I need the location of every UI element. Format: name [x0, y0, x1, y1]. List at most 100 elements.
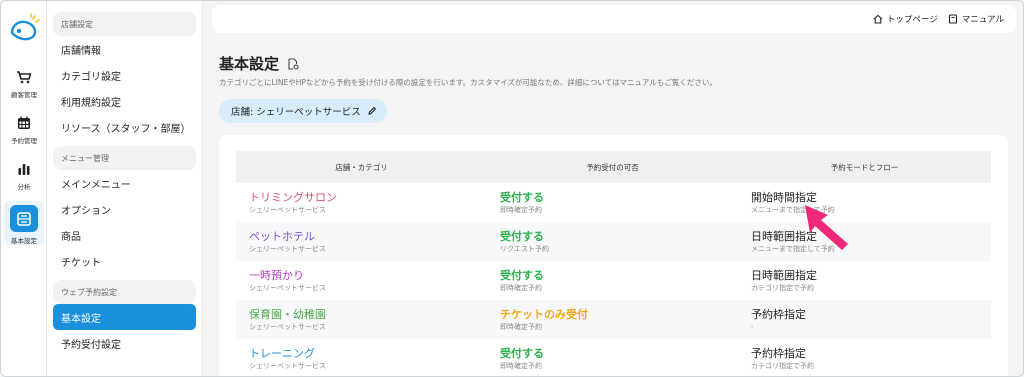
table-cell: 予約枠指定 -	[738, 300, 991, 339]
category-settings-card: 店舗・カテゴリ 予約受付の可否 予約モードとフロー トリミングサロン シェリーペッ…	[219, 135, 1008, 376]
sidebar-group-store: 店舗設定 店舗情報 カテゴリ設定 利用規約設定 リソース（スタッフ・部屋）	[53, 12, 196, 140]
pencil-icon[interactable]	[367, 106, 377, 116]
main-content: トップページ マニュアル 基本設定 カテゴリごとにLINEやHPなどから予約を受…	[204, 1, 1023, 376]
availability-status-subtext: 即時確定予約	[500, 283, 542, 292]
sidebar-section-title: ウェブ予約設定	[53, 280, 196, 304]
sidebar-item-booking-settings[interactable]: 予約受付設定	[53, 330, 196, 356]
table-header: 店舗・カテゴリ 予約受付の可否 予約モードとフロー	[236, 151, 991, 183]
availability-status-subtext: リクエスト予約	[500, 244, 549, 253]
availability-status-subtext: 即時確定予約	[500, 205, 542, 214]
shop-label: 店舗: シェリーペットサービス	[231, 107, 361, 118]
category-link[interactable]: 一時預かり	[249, 269, 487, 283]
table-cell: 受付する 即時確定予約	[487, 339, 738, 376]
rail-label: 分析	[17, 183, 31, 191]
sidebar-group-web-booking: ウェブ予約設定 基本設定 予約受付設定	[53, 280, 196, 356]
bar-chart-icon	[18, 164, 30, 175]
sidebar-item-tickets[interactable]: チケット	[53, 248, 196, 274]
category-link[interactable]: トレーニング	[249, 347, 487, 361]
sidebar-section-title: 店舗設定	[53, 12, 196, 36]
manual-label: マニュアル	[961, 15, 1004, 25]
page-title: 基本設定	[219, 53, 299, 74]
top-bar: トップページ マニュアル	[212, 5, 1016, 33]
availability-status[interactable]: 受付する	[500, 347, 738, 361]
availability-status[interactable]: 受付する	[500, 269, 738, 283]
sidebar-item-store-info[interactable]: 店舗情報	[53, 36, 196, 62]
table-cell: 保育園・幼稚園 シェリーペットサービス	[236, 300, 487, 339]
reservation-mode: 予約枠指定	[751, 307, 806, 321]
reservation-mode-subtext: カテゴリ指定で予約	[751, 283, 814, 292]
sidebar-item-products[interactable]: 商品	[53, 222, 196, 248]
sidebar-section-title: メニュー管理	[53, 146, 196, 170]
calendar-icon	[18, 116, 30, 129]
availability-status-subtext: 即時確定予約	[500, 322, 542, 331]
reservation-mode: 開始時間指定	[751, 190, 817, 204]
table-cell: ペットホテル シェリーペットサービス	[236, 222, 487, 261]
table-cell: 日時範囲指定 カテゴリ指定で予約	[738, 261, 991, 300]
home-icon	[873, 14, 883, 24]
top-page-label: トップページ	[886, 15, 938, 25]
top-page-link[interactable]: トップページ	[873, 13, 938, 25]
category-link-subtext: シェリーペットサービス	[249, 244, 326, 253]
table-row[interactable]: トレーニング シェリーペットサービス 受付する 即時確定予約 予約枠指定 カテゴリ指定で予…	[236, 339, 991, 376]
table-row[interactable]: 保育園・幼稚園 シェリーペットサービス チケットのみ受付 即時確定予約 予約枠指定 -	[236, 300, 991, 339]
reservation-mode-subtext: メニューまで指定して予約	[751, 244, 835, 253]
sidebar-item-main-menu[interactable]: メインメニュー	[53, 170, 196, 196]
reservation-mode-subtext: メニューまで指定して予約	[751, 205, 835, 214]
category-link-subtext: シェリーペットサービス	[249, 322, 326, 331]
availability-status[interactable]: 受付する	[500, 230, 738, 244]
reservation-mode: 日時範囲指定	[751, 229, 817, 243]
column-header-availability: 予約受付の可否	[586, 162, 639, 172]
table-cell: 一時預かり シェリーペットサービス	[236, 261, 487, 300]
rail-analytics[interactable]: 分析	[4, 157, 44, 197]
table-cell: 受付する リクエスト予約	[487, 222, 738, 261]
table-cell: トリミングサロン シェリーペットサービス	[236, 183, 487, 222]
brand-logo-icon[interactable]	[7, 13, 41, 47]
rail-basic-settings[interactable]: 基本設定	[4, 201, 44, 245]
table-cell: 受付する 即時確定予約	[487, 261, 738, 300]
table-cell: チケットのみ受付 即時確定予約	[487, 300, 738, 339]
table-row[interactable]: トリミングサロン シェリーペットサービス 受付する 即時確定予約 開始時間指定 メニューま…	[236, 183, 991, 222]
page-title-text: 基本設定	[219, 55, 280, 73]
document-settings-icon[interactable]	[287, 57, 299, 70]
table-row[interactable]: 一時預かり シェリーペットサービス 受付する 即時確定予約 日時範囲指定 カテゴリ指定で予…	[236, 261, 991, 300]
table-cell: トレーニング シェリーペットサービス	[236, 339, 487, 376]
rail-label: 基本設定	[11, 237, 37, 245]
reservation-mode: 日時範囲指定	[751, 268, 817, 282]
column-header-mode: 予約モードとフロー	[830, 162, 899, 172]
rail-customer-management[interactable]: 顧客管理	[4, 65, 44, 105]
category-link[interactable]: トリミングサロン	[249, 191, 487, 205]
availability-status[interactable]: 受付する	[500, 191, 738, 205]
rail-label: 顧客管理	[11, 91, 37, 99]
sidebar-item-basic-settings[interactable]: 基本設定	[53, 304, 196, 330]
sidebar-item-options[interactable]: オプション	[53, 196, 196, 222]
page-description: カテゴリごとにLINEやHPなどから予約を受け付ける際の設定を行います。カスタマ…	[219, 78, 717, 87]
category-link[interactable]: 保育園・幼稚園	[249, 308, 487, 322]
shop-selector[interactable]: 店舗: シェリーペットサービス	[219, 99, 387, 123]
availability-status[interactable]: チケットのみ受付	[500, 308, 738, 322]
table-cell: 開始時間指定 メニューまで指定して予約	[738, 183, 991, 222]
sidebar-item-resources[interactable]: リソース（スタッフ・部屋）	[53, 114, 196, 140]
icon-rail: 顧客管理 予約管理 分析 基本設定	[1, 1, 47, 376]
manual-link[interactable]: マニュアル	[948, 13, 1004, 25]
table-cell: 日時範囲指定 メニューまで指定して予約	[738, 222, 991, 261]
cart-icon	[17, 71, 32, 84]
column-header-category: 店舗・カテゴリ	[335, 162, 388, 172]
table-row[interactable]: ペットホテル シェリーペットサービス 受付する リクエスト予約 日時範囲指定 メニューまで…	[236, 222, 991, 261]
category-link-subtext: シェリーペットサービス	[249, 205, 326, 214]
pointer-arrow-icon	[805, 205, 848, 250]
book-icon	[948, 14, 957, 24]
category-link[interactable]: ペットホテル	[249, 230, 487, 244]
category-link-subtext: シェリーペットサービス	[249, 361, 326, 370]
rail-label: 予約管理	[11, 137, 37, 145]
sidebar-group-menu: メニュー管理 メインメニュー オプション 商品 チケット	[53, 146, 196, 274]
table-cell: 受付する 即時確定予約	[487, 183, 738, 222]
settings-box-icon	[10, 205, 38, 232]
sidebar-item-category[interactable]: カテゴリ設定	[53, 62, 196, 88]
availability-status-subtext: 即時確定予約	[500, 361, 542, 370]
reservation-mode-subtext: カテゴリ指定で予約	[751, 361, 814, 370]
settings-sidebar: 店舗設定 店舗情報 カテゴリ設定 利用規約設定 リソース（スタッフ・部屋） メニ…	[47, 1, 203, 376]
table-cell: 予約枠指定 カテゴリ指定で予約	[738, 339, 991, 376]
sidebar-item-terms[interactable]: 利用規約設定	[53, 88, 196, 114]
rail-reservation-management[interactable]: 予約管理	[4, 111, 44, 151]
reservation-mode-subtext: -	[751, 322, 754, 331]
